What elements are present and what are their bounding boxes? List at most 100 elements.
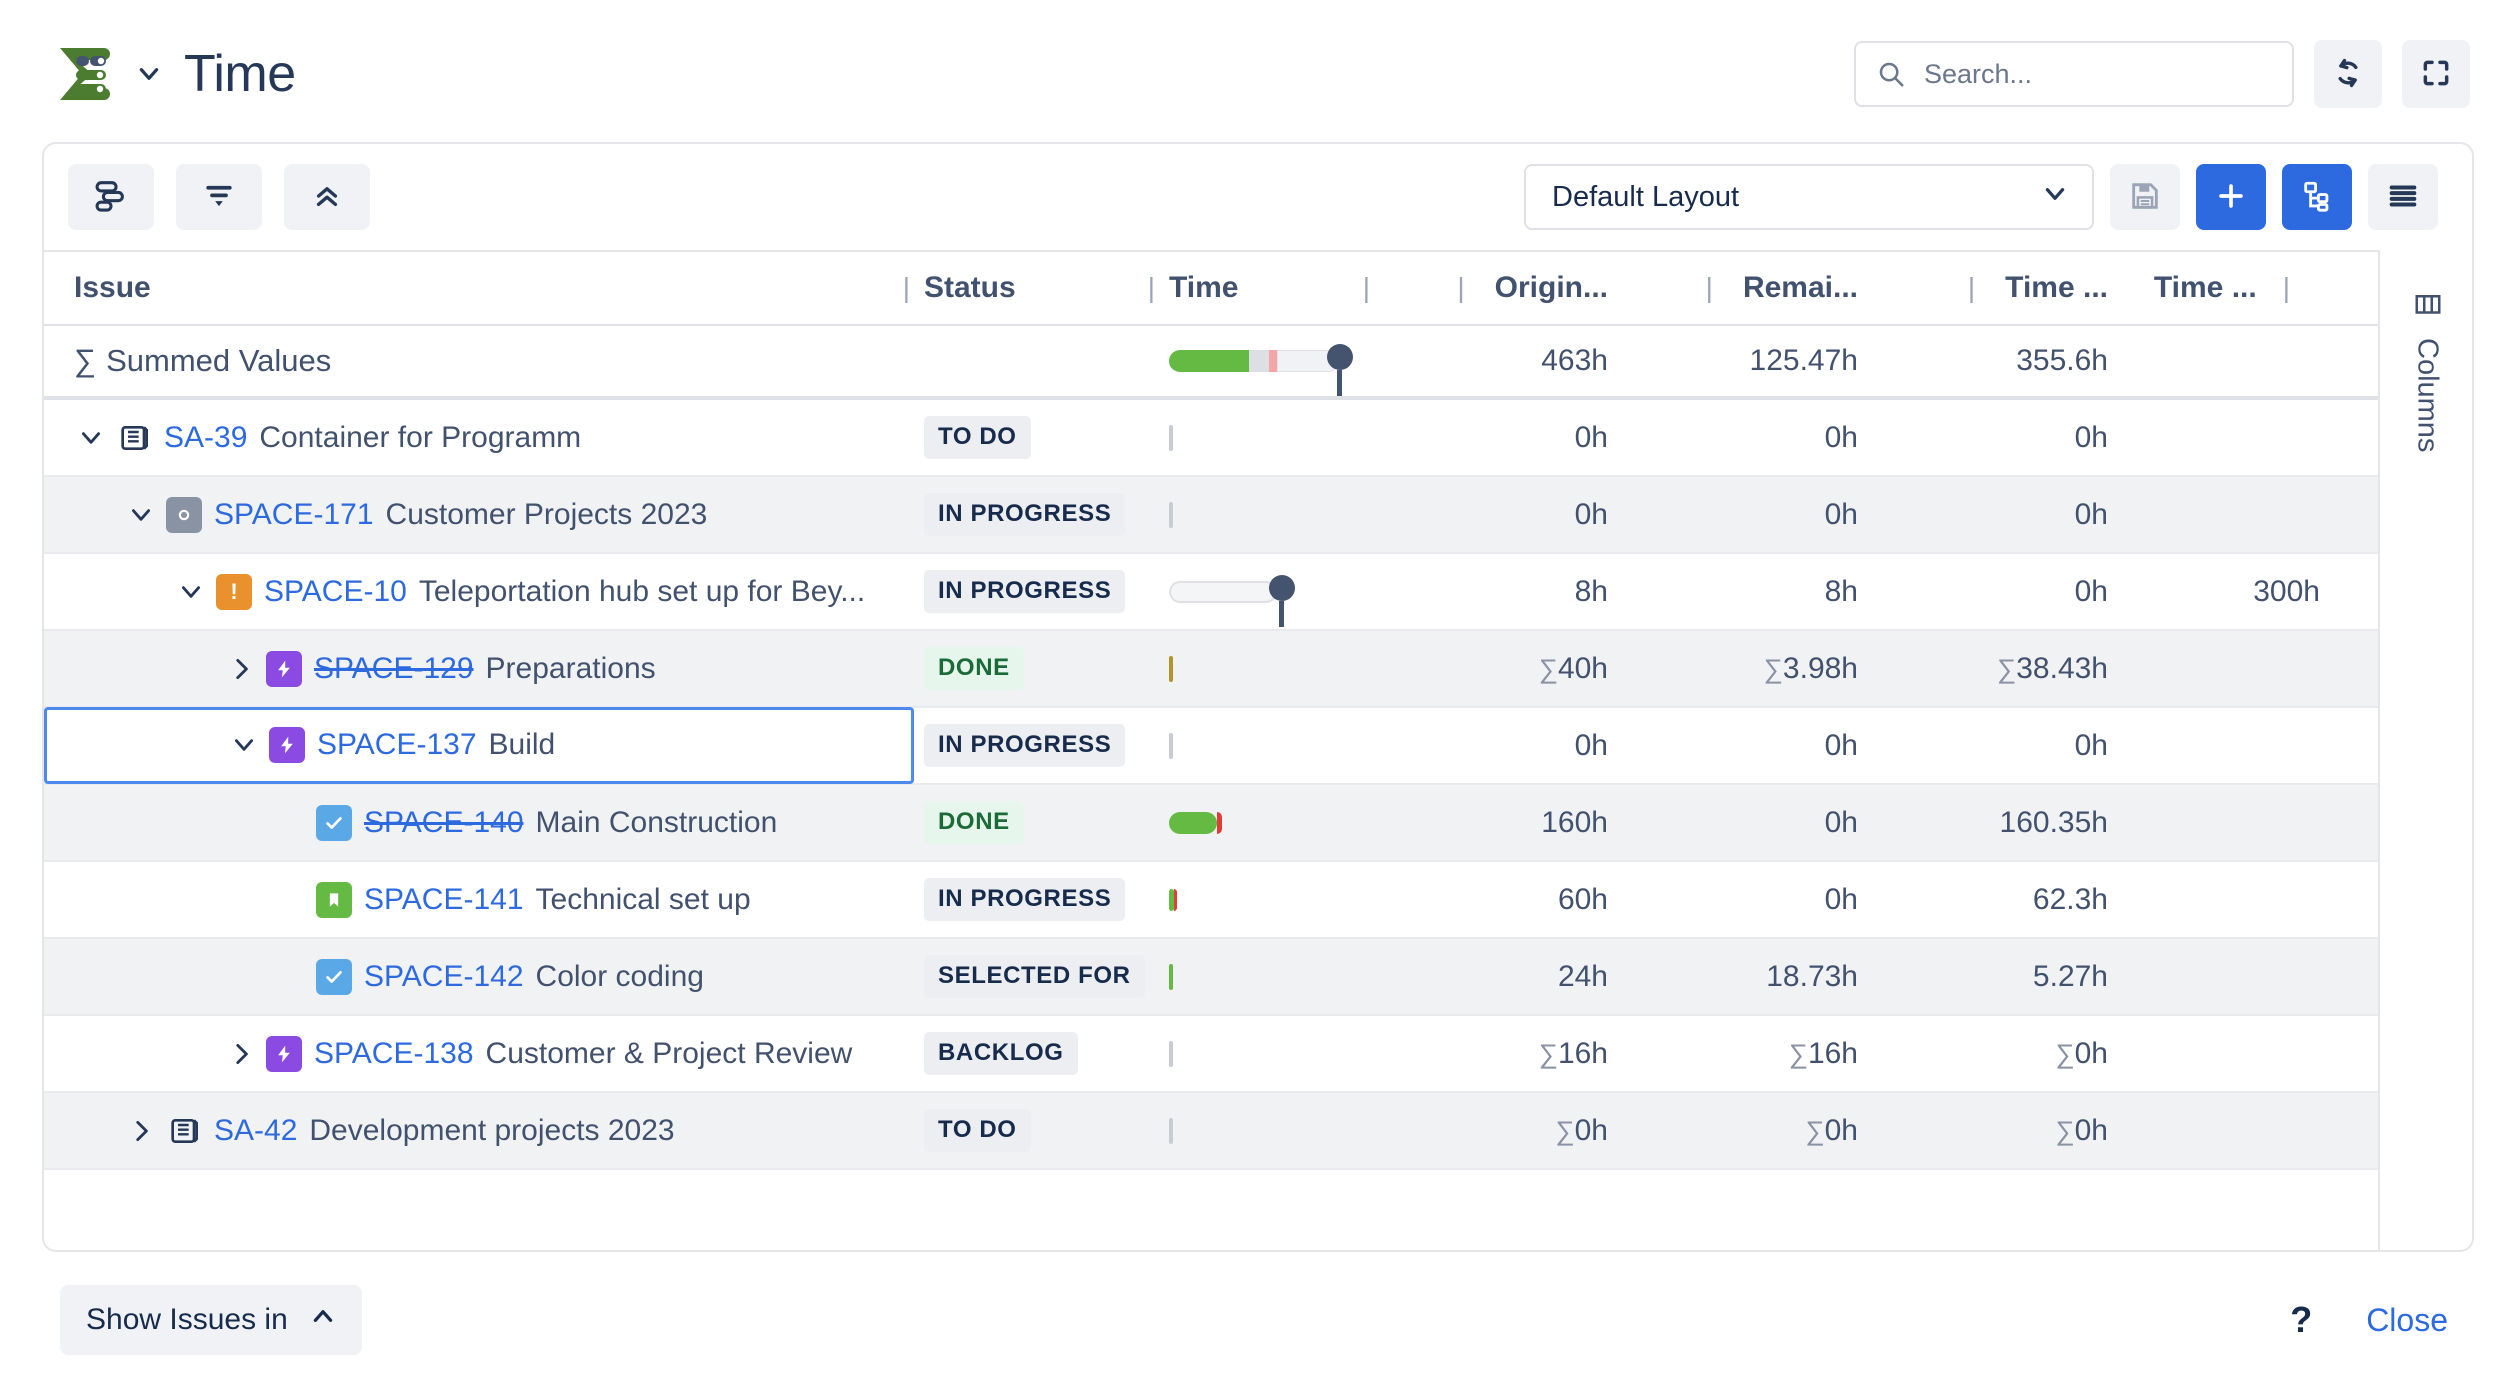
column-header-time-extra[interactable]: | Time ...	[2124, 271, 2354, 305]
filter-button[interactable]	[176, 164, 262, 230]
list-view-button[interactable]	[2368, 164, 2438, 230]
column-header-issue[interactable]: Issue |	[44, 271, 914, 305]
page-title: Time	[184, 48, 296, 100]
table-row[interactable]: SPACE-142Color codingSELECTED FOR24h18.7…	[44, 939, 2378, 1016]
row-expand-toggle[interactable]	[74, 425, 108, 451]
progress-bar	[1169, 810, 1374, 836]
table-row[interactable]: SPACE-138Customer & Project ReviewBACKLO…	[44, 1016, 2378, 1093]
time-spent-value: ∑0h	[1874, 1037, 2124, 1071]
issue-cell[interactable]: SPACE-129 Preparations	[44, 651, 914, 687]
issue-cell[interactable]: SPACE-142Color coding	[44, 959, 914, 995]
help-button[interactable]: ?	[2290, 1299, 2312, 1341]
remaining-estimate-value: 0h	[1624, 806, 1874, 840]
row-expand-toggle[interactable]	[227, 732, 261, 758]
issue-cell[interactable]: SPACE-140Main Construction	[44, 805, 914, 841]
row-expand-toggle[interactable]	[124, 1118, 158, 1144]
time-spent-value: 0h	[1874, 498, 2124, 532]
chevron-down-icon[interactable]	[136, 61, 162, 87]
issue-key-link[interactable]: SPACE-137	[317, 728, 477, 762]
issue-key-link[interactable]: SPACE-141	[364, 883, 524, 917]
show-issues-in-button[interactable]: Show Issues in	[60, 1285, 362, 1355]
progress-bar	[1169, 656, 1374, 682]
list-lines-icon	[2386, 179, 2420, 216]
issue-key-link[interactable]: SPACE-171	[214, 498, 374, 532]
column-header-time[interactable]: Time |	[1159, 271, 1374, 305]
issue-key-link[interactable]: SPACE-142	[364, 960, 524, 994]
close-button[interactable]: Close	[2366, 1302, 2448, 1339]
column-resize-handle[interactable]: |	[1359, 272, 1374, 304]
status-badge: DONE	[924, 801, 1024, 844]
issue-key-link[interactable]: SPACE-129	[314, 652, 474, 686]
issue-summary: Customer Projects 2023	[386, 498, 708, 532]
column-resize-handle[interactable]: |	[899, 272, 914, 304]
time-spent-value: 0h	[1874, 575, 2124, 609]
table-row[interactable]: SPACE-137BuildIN PROGRESS0h0h0h	[44, 708, 2378, 785]
group-by-button[interactable]	[68, 164, 154, 230]
column-resize-handle[interactable]: |	[2279, 272, 2294, 304]
status-cell[interactable]: IN PROGRESS	[914, 724, 1159, 767]
status-cell[interactable]: IN PROGRESS	[914, 878, 1159, 921]
column-resize-handle[interactable]: |	[1453, 272, 1468, 304]
issue-cell[interactable]: !SPACE-10Teleportation hub set up for Be…	[44, 574, 914, 610]
table-row[interactable]: SPACE-140Main ConstructionDONE160h0h160.…	[44, 785, 2378, 862]
issue-cell[interactable]: SPACE-138Customer & Project Review	[44, 1036, 914, 1072]
row-expand-toggle[interactable]	[224, 1041, 258, 1067]
issue-cell[interactable]: SA-39Container for Programm	[44, 420, 914, 456]
column-resize-handle[interactable]: |	[1702, 272, 1717, 304]
status-cell[interactable]: DONE	[914, 801, 1159, 844]
issue-type-initiative-icon	[166, 1113, 202, 1149]
row-expand-toggle[interactable]	[124, 502, 158, 528]
time-spent-value: ∑0h	[1874, 1114, 2124, 1148]
add-button[interactable]	[2196, 164, 2266, 230]
column-resize-handle[interactable]: |	[1144, 272, 1159, 304]
columns-rail[interactable]: Columns	[2378, 250, 2474, 1250]
refresh-icon	[2331, 56, 2365, 93]
status-cell[interactable]: TO DO	[914, 1109, 1159, 1152]
table-row[interactable]: !SPACE-10Teleportation hub set up for Be…	[44, 554, 2378, 631]
table-row[interactable]: SA-39Container for ProgrammTO DO0h0h0h	[44, 400, 2378, 477]
remaining-estimate-value: ∑16h	[1624, 1037, 1874, 1071]
status-cell[interactable]: BACKLOG	[914, 1032, 1159, 1075]
column-header-remaining-estimate[interactable]: | Remai...	[1624, 271, 1874, 305]
filter-icon	[200, 177, 238, 218]
issue-key-link[interactable]: SPACE-138	[314, 1037, 474, 1071]
layout-select[interactable]: Default Layout	[1524, 164, 2094, 230]
issue-cell[interactable]: SA-42Development projects 2023	[44, 1113, 914, 1149]
issue-key-link[interactable]: SA-39	[164, 421, 247, 455]
original-estimate-value: ∑16h	[1374, 1037, 1624, 1071]
fullscreen-button[interactable]	[2402, 40, 2470, 108]
row-expand-toggle[interactable]	[224, 656, 258, 682]
save-layout-button[interactable]	[2110, 164, 2180, 230]
status-cell[interactable]: IN PROGRESS	[914, 493, 1159, 536]
column-header-time-spent[interactable]: | Time ...	[1874, 271, 2124, 305]
issue-cell[interactable]: SPACE-137Build	[44, 707, 914, 784]
column-resize-handle[interactable]: |	[1964, 272, 1979, 304]
issue-type-subtask-icon	[166, 497, 202, 533]
status-cell[interactable]: TO DO	[914, 416, 1159, 459]
issue-cell[interactable]: SPACE-141Technical set up	[44, 882, 914, 918]
column-header-status[interactable]: Status |	[914, 271, 1159, 305]
table-row[interactable]: SPACE-129PreparationsDONE∑40h∑3.98h∑38.4…	[44, 631, 2378, 708]
structure-view-button[interactable]	[2282, 164, 2352, 230]
issue-summary: Preparations	[486, 652, 656, 686]
table-row[interactable]: SA-42Development projects 2023TO DO∑0h∑0…	[44, 1093, 2378, 1170]
status-cell[interactable]: IN PROGRESS	[914, 570, 1159, 613]
summed-values-label: ∑ Summed Values	[74, 343, 331, 379]
issue-key-link[interactable]: SPACE-140	[364, 806, 524, 840]
issue-key-link[interactable]: SPACE-10	[264, 575, 407, 609]
status-cell[interactable]: DONE	[914, 647, 1159, 690]
table-row[interactable]: SPACE-141Technical set upIN PROGRESS60h0…	[44, 862, 2378, 939]
collapse-all-button[interactable]	[284, 164, 370, 230]
table-row[interactable]: SPACE-171 Customer Projects 2023 IN PROGRE…	[44, 477, 2378, 554]
progress-bar	[1169, 425, 1374, 451]
search-input[interactable]: Search...	[1854, 41, 2294, 107]
original-estimate-value: 0h	[1374, 729, 1624, 763]
issue-cell[interactable]: SPACE-171 Customer Projects 2023	[44, 497, 914, 533]
status-cell[interactable]: SELECTED FOR	[914, 955, 1159, 998]
column-header-original-estimate[interactable]: | Origin...	[1374, 271, 1624, 305]
time-bar-cell	[1159, 1041, 1374, 1067]
progress-bar	[1169, 964, 1374, 990]
row-expand-toggle[interactable]	[174, 579, 208, 605]
issue-key-link[interactable]: SA-42	[214, 1114, 297, 1148]
refresh-button[interactable]	[2314, 40, 2382, 108]
